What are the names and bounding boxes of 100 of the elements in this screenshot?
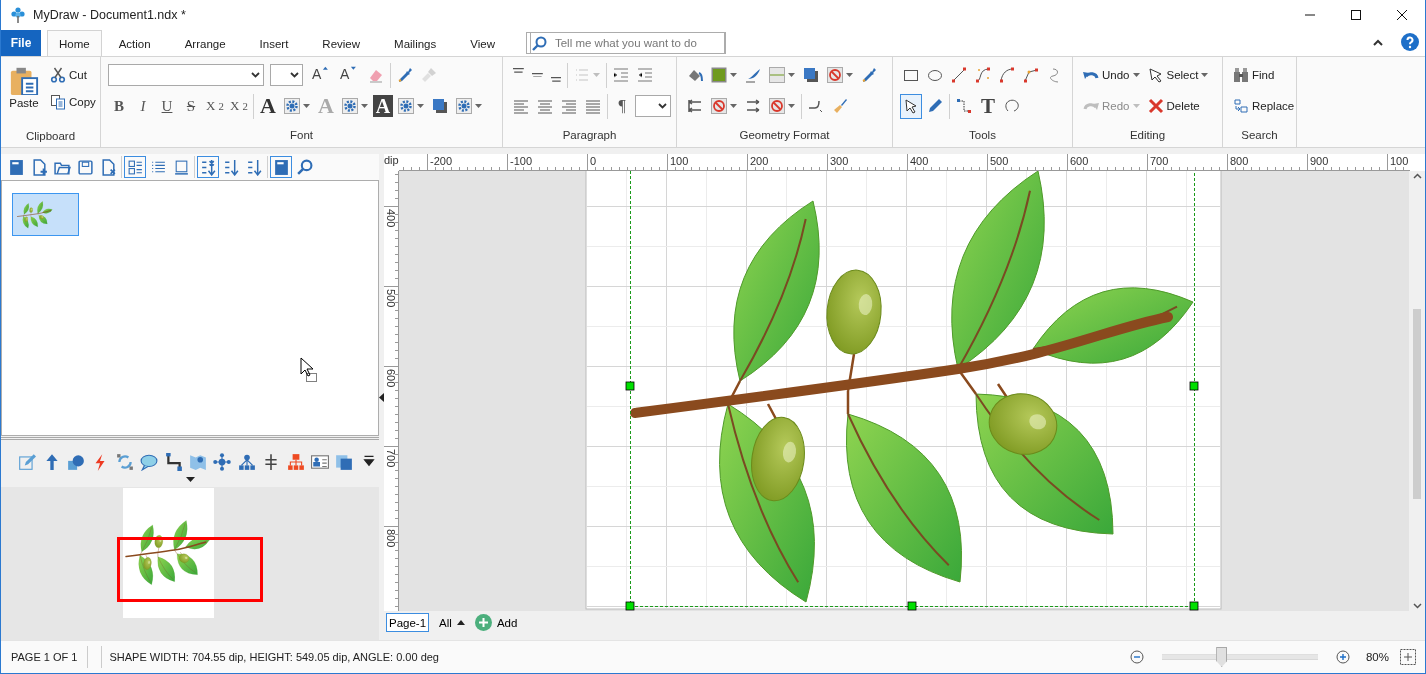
eraser-icon [368,67,384,83]
fit-page-button[interactable] [1397,646,1419,668]
close-document-icon [99,158,117,176]
align-center-icon [537,98,553,114]
replace-icon [1233,98,1249,114]
group-label: Tools [968,129,997,143]
prohibition-icon [827,67,843,83]
eyedropper-icon [397,67,413,83]
tiles-button[interactable] [124,156,146,178]
indent-icon [613,67,630,83]
ribbon-tab[interactable]: Insert [242,30,306,56]
strike-button[interactable]: S [180,93,202,119]
ruler-label: 600 [1070,155,1089,167]
maximize-icon [1351,10,1361,20]
sort-group-button[interactable] [197,156,219,178]
delete-button[interactable]: Delete [1144,93,1203,119]
letter-solid-button[interactable]: A [257,93,279,119]
plus-circle-icon [1335,650,1350,664]
cross-icon [1147,98,1164,114]
grow-font-button[interactable]: A [309,62,335,88]
paintbrush-icon [832,98,848,114]
book-icon [7,158,25,176]
network-button[interactable] [212,451,233,473]
viewport-frame[interactable] [117,537,263,602]
speech-bubble-icon [140,453,159,471]
lasso-icon [1004,98,1020,114]
pointer-icon [1147,67,1164,83]
select-button[interactable]: Select [1144,62,1212,88]
leaf-branch-thumbnail [17,200,53,229]
fit-to-page-icon [1400,649,1416,665]
hierarchy-icon [237,453,256,471]
ribbon-tab[interactable]: Action [101,30,168,56]
cycle-icon [115,453,134,471]
group-label: Editing [1128,129,1167,143]
arc-icon [999,67,1015,83]
spacing-dropdown[interactable] [635,95,671,117]
edit-icon [18,453,37,471]
italic-button[interactable]: I [132,93,154,119]
pointer-button[interactable] [900,93,922,119]
chevron-down-icon[interactable] [1412,603,1422,609]
group-label: Geometry Format [738,129,831,143]
text-tool-button[interactable]: T [977,93,999,119]
group-label: Clipboard [24,130,77,144]
search-field[interactable]: Tell me what you want to do [529,32,725,54]
help-button[interactable] [1399,31,1421,53]
scrollbar-thumb[interactable] [1413,309,1421,499]
undo-button[interactable]: Undo [1080,62,1143,88]
map-icon [189,453,208,471]
font-size-dropdown[interactable] [270,64,303,86]
shape-info: SHAPE WIDTH: 704.55 dip, HEIGHT: 549.05 dip, ANGLE: 0.00 deg [108,651,439,663]
ruler-label: 400 [385,209,397,228]
contact-card-icon [311,453,330,471]
ribbon-tab[interactable]: Arrange [167,30,243,56]
copy-button[interactable]: Copy [47,89,99,114]
gear-icon [456,98,472,114]
align-right-icon [561,98,577,114]
pointer-icon [903,98,919,114]
paste-button[interactable]: Paste [5,62,43,130]
window-title: MyDraw - Document1.ndx * [33,8,186,22]
group-label: Font [289,129,314,143]
shadow-square-icon [803,67,819,83]
ruler-label: 900 [1310,155,1329,167]
ruler-label: 0 [590,155,597,167]
replace-button[interactable]: Replace [1230,93,1298,119]
color-swatch-icon [711,67,727,83]
ribbon-tab[interactable]: Review [305,30,378,56]
pilcrow-button[interactable]: ¶ [611,93,633,119]
all-pages-button[interactable]: All [439,616,465,629]
shrink-font-button[interactable]: A [337,62,363,88]
add-page-button[interactable]: Add [474,614,518,631]
caret-up-icon [1373,38,1383,46]
edit-button[interactable] [17,451,38,473]
bullet-list-icon [574,67,591,83]
elbow-button[interactable] [163,451,184,473]
corner-icon [808,98,824,114]
page-tab[interactable]: Page-1 [386,613,430,632]
ruler-label: -100 [510,155,533,167]
cut-button[interactable]: Cut [47,62,99,87]
letter-dark-button[interactable]: A [373,95,393,117]
file-menu-button[interactable]: File [1,30,41,56]
ribbon-tab[interactable]: Mailings [377,30,454,56]
polyline-icon [1023,67,1039,83]
find-button[interactable]: Find [1230,62,1278,88]
underline-button[interactable]: U [156,93,178,119]
paste-icon [9,65,39,95]
binoculars-icon [1233,67,1249,83]
square-icon [172,158,190,176]
ruler-label: 600 [385,369,397,388]
eyedropper-icon [861,67,877,83]
shapes-icon [67,453,85,471]
pages-icon [335,453,354,471]
book-button[interactable] [270,156,292,178]
bold-button[interactable]: B [108,93,130,119]
gear-icon [342,98,358,114]
chevron-up-icon[interactable] [1412,173,1422,179]
ribbon-tab[interactable]: View [453,30,512,56]
connector-icon [956,98,972,114]
ribbon-tab[interactable]: Home [47,30,102,56]
cycle-button[interactable] [114,451,136,473]
drag-cursor-icon [300,357,318,383]
